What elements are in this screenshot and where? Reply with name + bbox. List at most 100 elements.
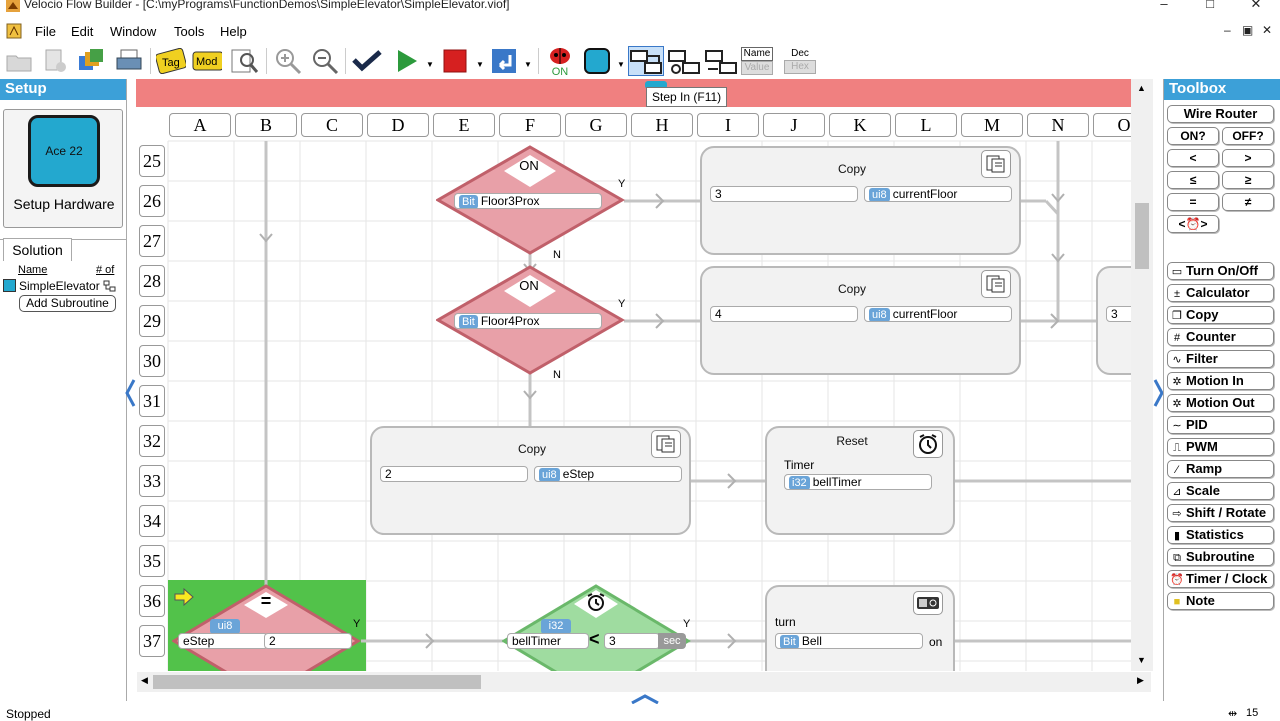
copy-block-3[interactable]: Copy 2 ui8 eStep bbox=[370, 426, 691, 535]
document-icon bbox=[6, 23, 22, 39]
stop-button[interactable] bbox=[440, 46, 470, 76]
tool-greater-equal[interactable]: ≥ bbox=[1222, 171, 1274, 189]
tool-statistics[interactable]: ▮ Statistics bbox=[1167, 526, 1274, 544]
tool-note[interactable]: ■ Note bbox=[1167, 592, 1274, 610]
menu-file[interactable]: File bbox=[35, 24, 56, 39]
tool-greater-than[interactable]: > bbox=[1222, 149, 1274, 167]
tool-pwm[interactable]: ⎍ PWM bbox=[1167, 438, 1274, 456]
copy-source-field[interactable]: 3 bbox=[1106, 306, 1131, 322]
tool-timer-clock[interactable]: ⏰ Timer / Clock bbox=[1167, 570, 1274, 588]
copy-block-2[interactable]: Copy 4 ui8 currentFloor bbox=[700, 266, 1021, 375]
step-over-button[interactable] bbox=[703, 46, 739, 76]
scroll-up-icon[interactable]: ▲ bbox=[1137, 83, 1146, 93]
menu-tools[interactable]: Tools bbox=[174, 24, 204, 39]
menu-window[interactable]: Window bbox=[110, 24, 156, 39]
copy-source-field[interactable]: 2 bbox=[380, 466, 528, 482]
tool-shift-rotate[interactable]: ⇨ Shift / Rotate bbox=[1167, 504, 1274, 522]
mod-button[interactable]: Mod bbox=[192, 46, 222, 76]
mdi-minimize-button[interactable]: – bbox=[1224, 23, 1231, 37]
copy-block-partial[interactable]: 3 bbox=[1096, 266, 1131, 375]
reset-timer-block[interactable]: Reset Timer i32 bellTimer bbox=[765, 426, 955, 535]
vertical-scroll-thumb[interactable] bbox=[1135, 203, 1149, 269]
flow-view-button[interactable] bbox=[628, 46, 664, 76]
color-dropdown-arrow-icon[interactable]: ▼ bbox=[617, 60, 625, 69]
name-value-toggle[interactable]: Name Value bbox=[741, 47, 773, 75]
mdi-close-button[interactable]: ✕ bbox=[1262, 23, 1272, 37]
tool-counter[interactable]: # Counter bbox=[1167, 328, 1274, 346]
mdi-restore-button[interactable]: ▣ bbox=[1242, 23, 1253, 37]
zoom-in-button[interactable] bbox=[273, 46, 303, 76]
decision-var-field[interactable]: Bit Floor3Prox bbox=[454, 193, 602, 209]
find-button[interactable] bbox=[230, 46, 260, 76]
copy-source-field[interactable]: 3 bbox=[710, 186, 858, 202]
compare-right-field[interactable]: 2 bbox=[264, 633, 352, 649]
tool-motion-in[interactable]: ✲ Motion In bbox=[1167, 372, 1274, 390]
unit-label[interactable]: sec bbox=[658, 633, 686, 649]
save-all-button[interactable] bbox=[76, 46, 106, 76]
vertical-scrollbar[interactable]: ▲ ▼ bbox=[1131, 79, 1153, 671]
compare-left-field[interactable]: bellTimer bbox=[507, 633, 589, 649]
tool-copy[interactable]: ❐ Copy bbox=[1167, 306, 1274, 324]
compare-right-field[interactable]: 3 bbox=[604, 633, 660, 649]
scroll-right-icon[interactable]: ▶ bbox=[1137, 675, 1144, 686]
subroutine-view-button[interactable] bbox=[666, 46, 702, 76]
solution-item[interactable]: SimpleElevator bbox=[19, 279, 100, 293]
tab-solution[interactable]: Solution bbox=[3, 238, 72, 261]
tool-not-equal[interactable]: ≠ bbox=[1222, 193, 1274, 211]
copy-dest-field[interactable]: ui8 eStep bbox=[534, 466, 682, 482]
menu-edit[interactable]: Edit bbox=[71, 24, 93, 39]
tool-equal[interactable]: = bbox=[1167, 193, 1219, 211]
add-subroutine-button[interactable]: Add Subroutine bbox=[19, 295, 116, 312]
step-in-button[interactable] bbox=[489, 46, 519, 76]
tool-subroutine[interactable]: ⧉ Subroutine bbox=[1167, 548, 1274, 566]
tool-pid[interactable]: ∼ PID bbox=[1167, 416, 1274, 434]
copy-dest-field[interactable]: ui8 currentFloor bbox=[864, 186, 1012, 202]
col-header: G bbox=[565, 113, 627, 137]
setup-hardware-button[interactable]: Ace 22 Setup Hardware bbox=[3, 109, 123, 228]
tool-timer-compare[interactable]: <⏰> bbox=[1167, 215, 1219, 233]
scroll-left-icon[interactable]: ◀ bbox=[141, 675, 148, 686]
tool-less-equal[interactable]: ≤ bbox=[1167, 171, 1219, 189]
tool-off-check[interactable]: OFF? bbox=[1222, 127, 1274, 145]
horizontal-scrollbar[interactable]: ◀ ▶ bbox=[137, 672, 1151, 692]
tool-less-than[interactable]: < bbox=[1167, 149, 1219, 167]
collapse-left-icon[interactable] bbox=[124, 378, 136, 408]
run-dropdown-arrow-icon[interactable]: ▼ bbox=[426, 60, 434, 69]
scroll-down-icon[interactable]: ▼ bbox=[1137, 655, 1146, 665]
copy-source-field[interactable]: 4 bbox=[710, 306, 858, 322]
expand-bottom-icon[interactable] bbox=[630, 694, 660, 704]
copy-block-1[interactable]: Copy 3 ui8 currentFloor bbox=[700, 146, 1021, 255]
timer-var-field[interactable]: i32 bellTimer bbox=[784, 474, 932, 490]
tool-motion-out[interactable]: ✲ Motion Out bbox=[1167, 394, 1274, 412]
stop-dropdown-arrow-icon[interactable]: ▼ bbox=[476, 60, 484, 69]
close-button[interactable]: ✕ bbox=[1244, 0, 1268, 12]
dec-hex-toggle[interactable]: Dec Hex bbox=[784, 47, 816, 75]
tag-button[interactable]: Tag bbox=[156, 46, 186, 76]
minimize-button[interactable]: – bbox=[1152, 0, 1176, 12]
breakpoint-on-button[interactable]: ON bbox=[545, 46, 575, 78]
tool-ramp[interactable]: ⁄ Ramp bbox=[1167, 460, 1274, 478]
new-file-button[interactable] bbox=[40, 46, 70, 76]
turn-on-off-block[interactable]: turn Bit Bell on bbox=[765, 585, 955, 671]
flowchart-canvas[interactable]: ON Bit Floor3Prox Y N ON Bit Floor4Prox Y … bbox=[136, 79, 1131, 671]
download-button[interactable] bbox=[352, 46, 382, 76]
output-var-field[interactable]: Bit Bell bbox=[775, 633, 923, 649]
maximize-button[interactable]: □ bbox=[1198, 0, 1222, 12]
print-button[interactable] bbox=[114, 46, 144, 76]
tool-filter[interactable]: ∿ Filter bbox=[1167, 350, 1274, 368]
tool-turn-on-off[interactable]: ▭ Turn On/Off bbox=[1167, 262, 1274, 280]
color-button[interactable] bbox=[582, 46, 612, 76]
zoom-out-button[interactable] bbox=[310, 46, 340, 76]
copy-dest-field[interactable]: ui8 currentFloor bbox=[864, 306, 1012, 322]
decision-var-field[interactable]: Bit Floor4Prox bbox=[454, 313, 602, 329]
tool-on-check[interactable]: ON? bbox=[1167, 127, 1219, 145]
tool-calculator[interactable]: ± Calculator bbox=[1167, 284, 1274, 302]
compare-left-field[interactable]: eStep bbox=[178, 633, 268, 649]
horizontal-scroll-thumb[interactable] bbox=[153, 675, 481, 689]
tool-scale[interactable]: ⊿ Scale bbox=[1167, 482, 1274, 500]
run-button[interactable] bbox=[392, 46, 422, 76]
step-dropdown-arrow-icon[interactable]: ▼ bbox=[524, 60, 532, 69]
open-folder-button[interactable] bbox=[4, 46, 34, 76]
menu-help[interactable]: Help bbox=[220, 24, 247, 39]
wire-router-tool[interactable]: Wire Router bbox=[1167, 105, 1274, 123]
